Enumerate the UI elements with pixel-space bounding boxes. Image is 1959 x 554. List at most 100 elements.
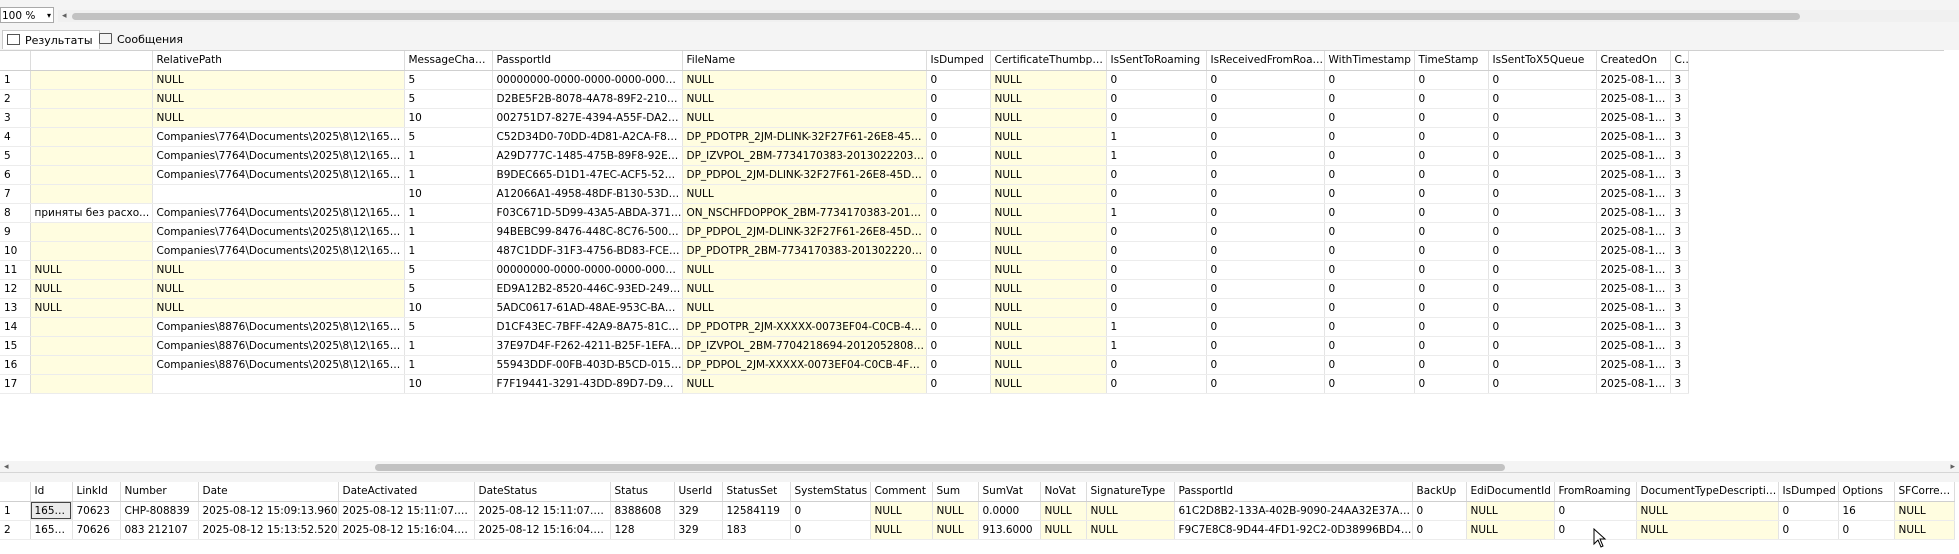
table-cell[interactable]: NULL bbox=[1636, 520, 1779, 540]
table-cell[interactable]: 0 bbox=[926, 298, 991, 318]
column-header-rownum[interactable] bbox=[0, 482, 31, 502]
table-cell[interactable]: 3 bbox=[1670, 184, 1689, 204]
table-cell[interactable]: 0 bbox=[1324, 203, 1415, 223]
table-cell[interactable]: 2025-08-12 15:16:04.733 bbox=[1596, 374, 1671, 394]
tab-messages[interactable]: Сообщения bbox=[95, 30, 189, 49]
table-cell[interactable]: 0 bbox=[1206, 108, 1325, 128]
table-cell[interactable]: 0 bbox=[1414, 70, 1489, 90]
table-cell[interactable]: 0 bbox=[926, 241, 991, 261]
table-cell[interactable]: 3 bbox=[1670, 355, 1689, 375]
table-cell[interactable]: NULL bbox=[682, 89, 927, 109]
table-cell[interactable] bbox=[152, 374, 405, 394]
table-cell[interactable]: 0 bbox=[1106, 108, 1207, 128]
table-cell[interactable]: 0 bbox=[1554, 501, 1637, 521]
table-row[interactable]: 16 Companies\8876\Documents\2025\8\12\165… bbox=[0, 355, 1689, 375]
table-cell[interactable]: 10 bbox=[404, 184, 493, 204]
table-cell[interactable]: 2025-08-12 15:10:40.700 bbox=[1596, 146, 1671, 166]
table-cell[interactable]: 5 bbox=[404, 260, 493, 280]
table-cell[interactable]: 0 bbox=[1414, 146, 1489, 166]
table-cell[interactable]: 0 bbox=[1106, 165, 1207, 185]
table-cell[interactable]: NULL bbox=[30, 260, 153, 280]
column-header-issenttox5queue[interactable]: IsSentToX5Queue bbox=[1488, 51, 1597, 71]
table-cell[interactable]: F7F19441-3291-43DD-89D7-D9D39B6558AE bbox=[492, 374, 683, 394]
table-cell[interactable]: NULL bbox=[1040, 520, 1087, 540]
editor-horizontal-scrollbar[interactable]: ◂ bbox=[58, 10, 1959, 22]
table-cell[interactable]: NULL bbox=[990, 374, 1107, 394]
table-row[interactable]: 710A12066A1-4958-48DF-B130-53D8DC470E3CN… bbox=[0, 184, 1689, 204]
table-cell[interactable]: 0 bbox=[1488, 127, 1597, 147]
table-cell[interactable]: 1 bbox=[1106, 146, 1207, 166]
table-cell[interactable]: Companies\8876\Documents\2025\8\12\16592… bbox=[152, 355, 405, 375]
table-cell[interactable]: 3 bbox=[1670, 317, 1689, 337]
table-cell[interactable]: NULL bbox=[870, 501, 933, 521]
table-cell[interactable]: 0 bbox=[1488, 146, 1597, 166]
table-cell[interactable]: NULL bbox=[152, 70, 405, 90]
table-cell[interactable] bbox=[30, 70, 153, 90]
column-header-userid[interactable]: UserId bbox=[674, 482, 723, 502]
table-cell[interactable]: NULL bbox=[152, 298, 405, 318]
table-cell[interactable]: 0 bbox=[1106, 298, 1207, 318]
row-number[interactable]: 5 bbox=[0, 146, 31, 166]
table-cell[interactable]: 0 bbox=[1414, 298, 1489, 318]
column-header-isdumped[interactable]: IsDumped bbox=[926, 51, 991, 71]
table-cell[interactable]: 002751D7-827E-4394-A55F-DA2228712442 bbox=[492, 108, 683, 128]
table-cell[interactable]: NULL bbox=[30, 279, 153, 299]
row-number[interactable]: 4 bbox=[0, 127, 31, 147]
table-cell[interactable]: NULL bbox=[1466, 520, 1555, 540]
table-cell[interactable]: NULL bbox=[870, 520, 933, 540]
table-cell[interactable]: 0 bbox=[1106, 184, 1207, 204]
table-cell[interactable]: NULL bbox=[152, 279, 405, 299]
table-cell[interactable]: NULL bbox=[682, 298, 927, 318]
table-cell[interactable]: 2025-08-12 15:13:52.520 bbox=[198, 520, 339, 540]
table-cell[interactable]: 1659297 bbox=[30, 520, 73, 540]
table-cell[interactable]: 0 bbox=[1324, 70, 1415, 90]
table-cell[interactable]: 0 bbox=[1412, 501, 1467, 521]
table-cell[interactable]: C52D34D0-70DD-4D81-A2CA-F82AC81E7E82 bbox=[492, 127, 683, 147]
column-header-comment[interactable]: Comment bbox=[870, 482, 933, 502]
table-cell[interactable]: 2025-08-12 15:11:07.117 bbox=[1596, 222, 1671, 242]
table-cell[interactable]: NULL bbox=[990, 127, 1107, 147]
table-cell[interactable]: NULL bbox=[990, 70, 1107, 90]
table-cell[interactable]: 2025-08-12 15:11:07.447 bbox=[338, 501, 475, 521]
table-cell[interactable]: 8388608 bbox=[610, 501, 675, 521]
table-cell[interactable]: 0 bbox=[1324, 127, 1415, 147]
table-cell[interactable]: 3 bbox=[1670, 336, 1689, 356]
table-cell[interactable]: NULL bbox=[932, 520, 979, 540]
table-cell[interactable]: 1 bbox=[1106, 127, 1207, 147]
table-cell[interactable]: 0 bbox=[1324, 336, 1415, 356]
column-header-linkid[interactable]: LinkId bbox=[72, 482, 121, 502]
column-header-number[interactable]: Number bbox=[120, 482, 199, 502]
table-cell[interactable]: 0 bbox=[1488, 279, 1597, 299]
table-cell[interactable]: 487C1DDF-31F3-4756-BD83-FCE40F6F5BDD bbox=[492, 241, 683, 261]
table-cell[interactable]: 00000000-0000-0000-0000-000000000000 bbox=[492, 70, 683, 90]
table-cell[interactable]: 083 212107 bbox=[120, 520, 199, 540]
table-cell[interactable]: 0 bbox=[1488, 203, 1597, 223]
chevron-down-icon[interactable]: ▾ bbox=[47, 8, 51, 24]
table-cell[interactable] bbox=[30, 317, 153, 337]
table-cell[interactable]: Companies\8876\Documents\2025\8\12\16592… bbox=[152, 336, 405, 356]
table-cell[interactable]: 0 bbox=[1206, 298, 1325, 318]
table-cell[interactable]: 0 bbox=[1324, 222, 1415, 242]
table-cell[interactable]: 2025-08-12 15:09:13.977 bbox=[1596, 70, 1671, 90]
table-cell[interactable]: DP_IZVPOL_2BM-7704218694-201205280818035… bbox=[682, 336, 927, 356]
table-cell[interactable]: ON_NSCHFDOPPOK_2BM-7734170383-2013022203… bbox=[682, 203, 927, 223]
table-cell[interactable]: 2025-08-12 15:13:53.100 bbox=[1596, 298, 1671, 318]
table-cell[interactable]: NULL bbox=[682, 70, 927, 90]
table-cell[interactable]: NULL bbox=[990, 165, 1107, 185]
table-cell[interactable]: 16 bbox=[1838, 501, 1895, 521]
table-cell[interactable]: DP_PDOTPR_2JM-XXXXX-0073EF04-C0CB-4FC9-A… bbox=[682, 317, 927, 337]
table-cell[interactable]: 0 bbox=[1414, 127, 1489, 147]
column-header-unnamed[interactable] bbox=[30, 51, 153, 71]
table-cell[interactable]: B9DEC665-D1D1-47EC-ACF5-52ED7CF481A1 bbox=[492, 165, 683, 185]
table-cell[interactable]: 3 bbox=[1670, 108, 1689, 128]
column-header-isreceivedfromroaming[interactable]: IsReceivedFromRoaming bbox=[1206, 51, 1325, 71]
table-cell[interactable]: 0 bbox=[1206, 203, 1325, 223]
table-cell[interactable]: 0 bbox=[1488, 165, 1597, 185]
column-header-messagechannelid[interactable]: MessageChannelId bbox=[404, 51, 493, 71]
table-cell[interactable]: 5 bbox=[404, 127, 493, 147]
table-cell[interactable]: 0 bbox=[926, 355, 991, 375]
table-cell[interactable]: NULL bbox=[990, 89, 1107, 109]
table-cell[interactable]: 183 bbox=[722, 520, 791, 540]
table-cell[interactable]: 0 bbox=[1324, 108, 1415, 128]
table-cell[interactable] bbox=[152, 184, 405, 204]
